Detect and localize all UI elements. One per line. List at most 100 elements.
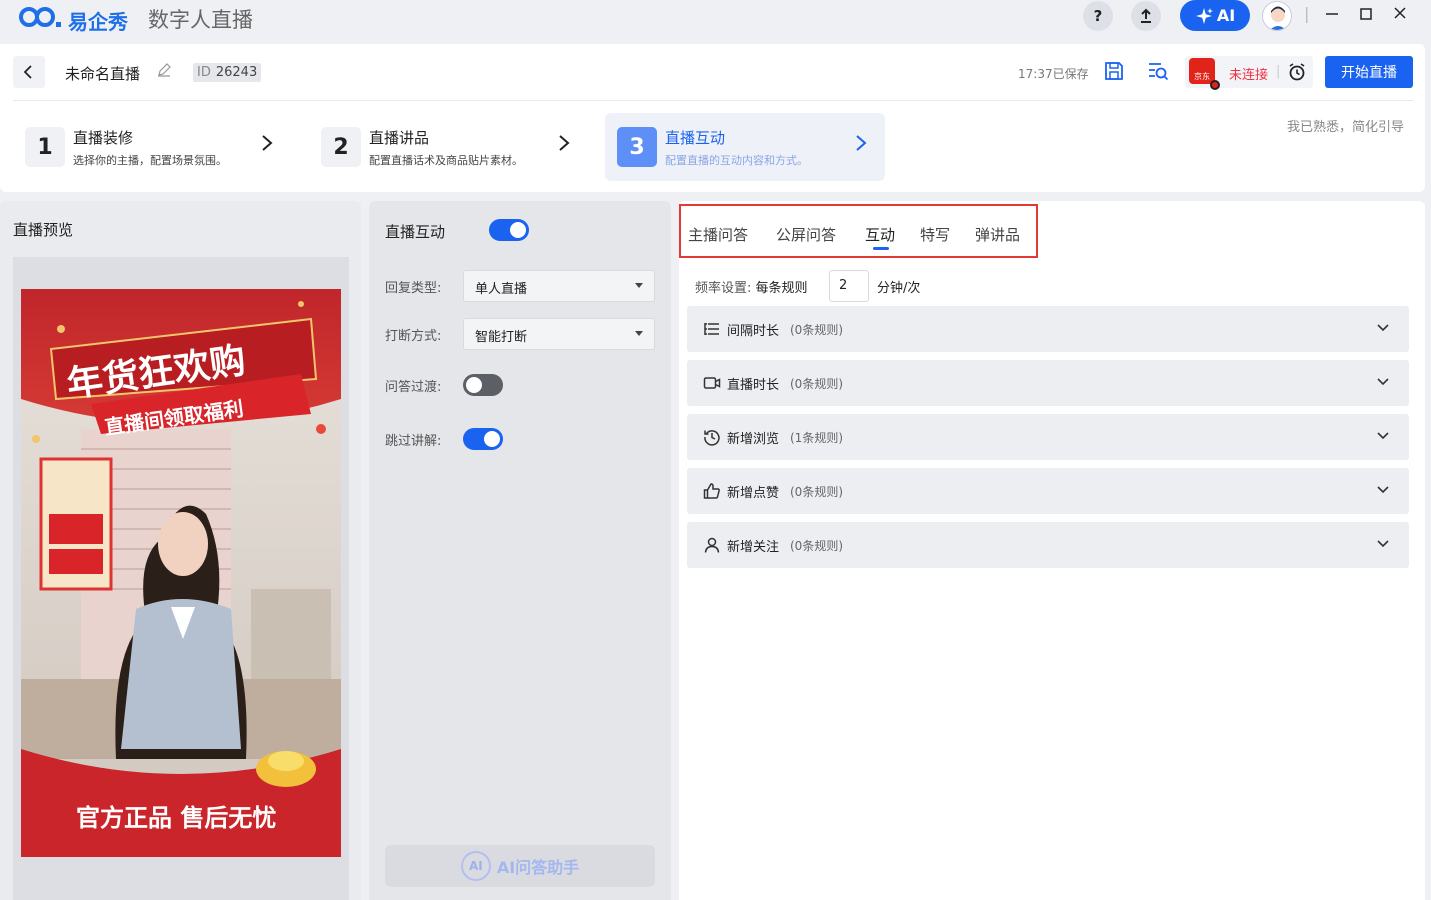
- ai-button[interactable]: AI: [1180, 0, 1250, 31]
- app-title: 数字人直播: [148, 8, 253, 32]
- help-button[interactable]: ?: [1083, 1, 1113, 31]
- skip-toggle[interactable]: [463, 428, 503, 450]
- close-icon: [1394, 7, 1406, 19]
- save-icon: [1105, 62, 1123, 80]
- titlebar-divider: |: [1304, 4, 1310, 23]
- sparkle-icon: [1195, 7, 1213, 24]
- caret-down-icon: [635, 283, 643, 288]
- minimize-icon: [1326, 13, 1338, 15]
- rule-row-new-follows[interactable]: 新增关注 (0条规则): [687, 522, 1409, 568]
- caret-down-icon: [635, 331, 643, 336]
- search-preview-button[interactable]: [1147, 60, 1169, 82]
- rule-row-interval[interactable]: 间隔时长 (0条规则): [687, 306, 1409, 352]
- tab-bar: 主播问答 公屏问答 互动 特写 弹讲品: [679, 204, 1038, 258]
- step-3[interactable]: 3 直播互动 配置直播的互动内容和方式。: [605, 113, 885, 181]
- rule-count: (0条规则): [790, 323, 843, 337]
- step-title: 直播装修: [73, 129, 134, 147]
- interrupt-select[interactable]: 智能打断: [463, 318, 655, 350]
- step-number: 2: [321, 127, 361, 167]
- status-dot: [1210, 80, 1220, 90]
- rule-name: 新增浏览: [727, 432, 780, 447]
- header-divider: [13, 100, 1413, 101]
- step-number: 1: [25, 127, 65, 167]
- rule-name: 新增点赞: [727, 486, 780, 501]
- chevron-down-icon: [1377, 378, 1389, 386]
- step-1[interactable]: 1 直播装修 选择你的主播，配置场景氛围。: [25, 113, 295, 181]
- step-description: 选择你的主播，配置场景氛围。: [73, 154, 227, 167]
- logo-icon: [18, 5, 66, 35]
- step-2[interactable]: 2 直播讲品 配置直播话术及商品贴片素材。: [321, 113, 591, 181]
- save-status: 17:37已保存: [1018, 67, 1089, 81]
- chevron-down-icon: [1377, 540, 1389, 548]
- ai-button-label: AI: [1216, 6, 1236, 25]
- interaction-toggle[interactable]: [489, 219, 529, 241]
- frequency-label: 频率设置: 每条规则: [695, 277, 808, 296]
- maximize-button[interactable]: [1359, 4, 1373, 28]
- ai-assistant-label: AI问答助手: [496, 858, 580, 877]
- tab-popup-product[interactable]: 弹讲品: [975, 224, 1020, 245]
- close-button[interactable]: [1393, 4, 1407, 28]
- tab-screen-qa[interactable]: 公屏问答: [776, 224, 836, 245]
- list-icon: [704, 323, 719, 335]
- chevron-down-icon: [1377, 486, 1389, 494]
- interaction-settings-panel: 直播互动 回复类型: 单人直播 打断方式: 智能打断 问答过渡: 跳过讲解: A…: [369, 201, 671, 900]
- poster-graphic: 年货狂欢购 直播间领取福利 官方正品 售后无忧: [21, 289, 341, 857]
- rule-count: (1条规则): [790, 431, 843, 445]
- simplify-guide-link[interactable]: 我已熟悉，简化引导: [1287, 116, 1404, 135]
- interrupt-value: 智能打断: [475, 330, 528, 345]
- step-description: 配置直播话术及商品贴片素材。: [369, 154, 523, 167]
- step-title: 直播讲品: [369, 129, 430, 147]
- chevron-down-icon: [1377, 432, 1389, 440]
- id-label: ID: [197, 65, 211, 80]
- transition-toggle[interactable]: [463, 374, 503, 396]
- rule-name: 新增关注: [727, 540, 780, 555]
- rule-count: (0条规则): [790, 539, 843, 553]
- video-icon: [703, 377, 721, 389]
- minimize-button[interactable]: [1325, 4, 1339, 28]
- project-name: 未命名直播: [65, 65, 141, 83]
- interaction-title: 直播互动: [385, 223, 446, 241]
- rule-name: 间隔时长: [727, 324, 780, 339]
- ai-assistant-button[interactable]: AI AI问答助手: [385, 845, 655, 887]
- frequency-input[interactable]: 2: [829, 270, 869, 302]
- alarm-clock-icon: [1289, 63, 1305, 81]
- frequency-unit: 分钟/次: [877, 281, 921, 296]
- rule-row-duration[interactable]: 直播时长 (0条规则): [687, 360, 1409, 406]
- reply-type-select[interactable]: 单人直播: [463, 270, 655, 302]
- app-logo: 易企秀: [18, 5, 128, 35]
- rule-row-new-likes[interactable]: 新增点赞 (0条规则): [687, 468, 1409, 514]
- tab-host-qa[interactable]: 主播问答: [688, 224, 748, 245]
- chevron-right-icon: [558, 133, 570, 159]
- thumbs-up-icon: [703, 483, 720, 499]
- poster-footer-text: 官方正品 售后无忧: [76, 804, 276, 832]
- alarm-button[interactable]: [1286, 61, 1308, 83]
- edit-name-button[interactable]: [157, 63, 171, 81]
- brand-name: 易企秀: [68, 9, 128, 34]
- user-avatar[interactable]: [1262, 1, 1292, 31]
- chevron-right-icon: [855, 133, 867, 159]
- frequency-rule-label: 每条规则: [755, 281, 808, 296]
- preview-title: 直播预览: [13, 221, 74, 239]
- maximize-icon: [1360, 8, 1372, 20]
- tab-closeup[interactable]: 特写: [920, 224, 950, 245]
- interrupt-label: 打断方式:: [385, 329, 442, 344]
- start-live-button[interactable]: 开始直播: [1325, 56, 1413, 88]
- save-button[interactable]: [1103, 60, 1125, 82]
- step-description: 配置直播的互动内容和方式。: [665, 154, 808, 167]
- help-icon: ?: [1093, 7, 1103, 25]
- connection-box[interactable]: 京东 未连接 |: [1185, 56, 1313, 90]
- upload-button[interactable]: [1131, 1, 1161, 31]
- id-tag: ID 26243: [193, 63, 262, 82]
- back-button[interactable]: [13, 56, 45, 88]
- id-value: 26243: [215, 65, 258, 80]
- rule-row-new-views[interactable]: 新增浏览 (1条规则): [687, 414, 1409, 460]
- interaction-rules-panel: 主播问答 公屏问答 互动 特写 弹讲品 频率设置: 每条规则 2 分钟/次 间隔…: [679, 201, 1425, 900]
- tab-interaction[interactable]: 互动: [865, 224, 895, 245]
- title-bar: 易企秀 数字人直播 ? AI |: [0, 0, 1431, 36]
- reply-type-label: 回复类型:: [385, 281, 442, 296]
- frequency-label-text: 频率设置:: [695, 281, 752, 296]
- search-list-icon: [1149, 63, 1169, 81]
- transition-label: 问答过渡:: [385, 380, 442, 395]
- chevron-right-icon: [261, 133, 273, 159]
- live-preview-poster: 年货狂欢购 直播间领取福利 官方正品 售后无忧: [21, 289, 341, 857]
